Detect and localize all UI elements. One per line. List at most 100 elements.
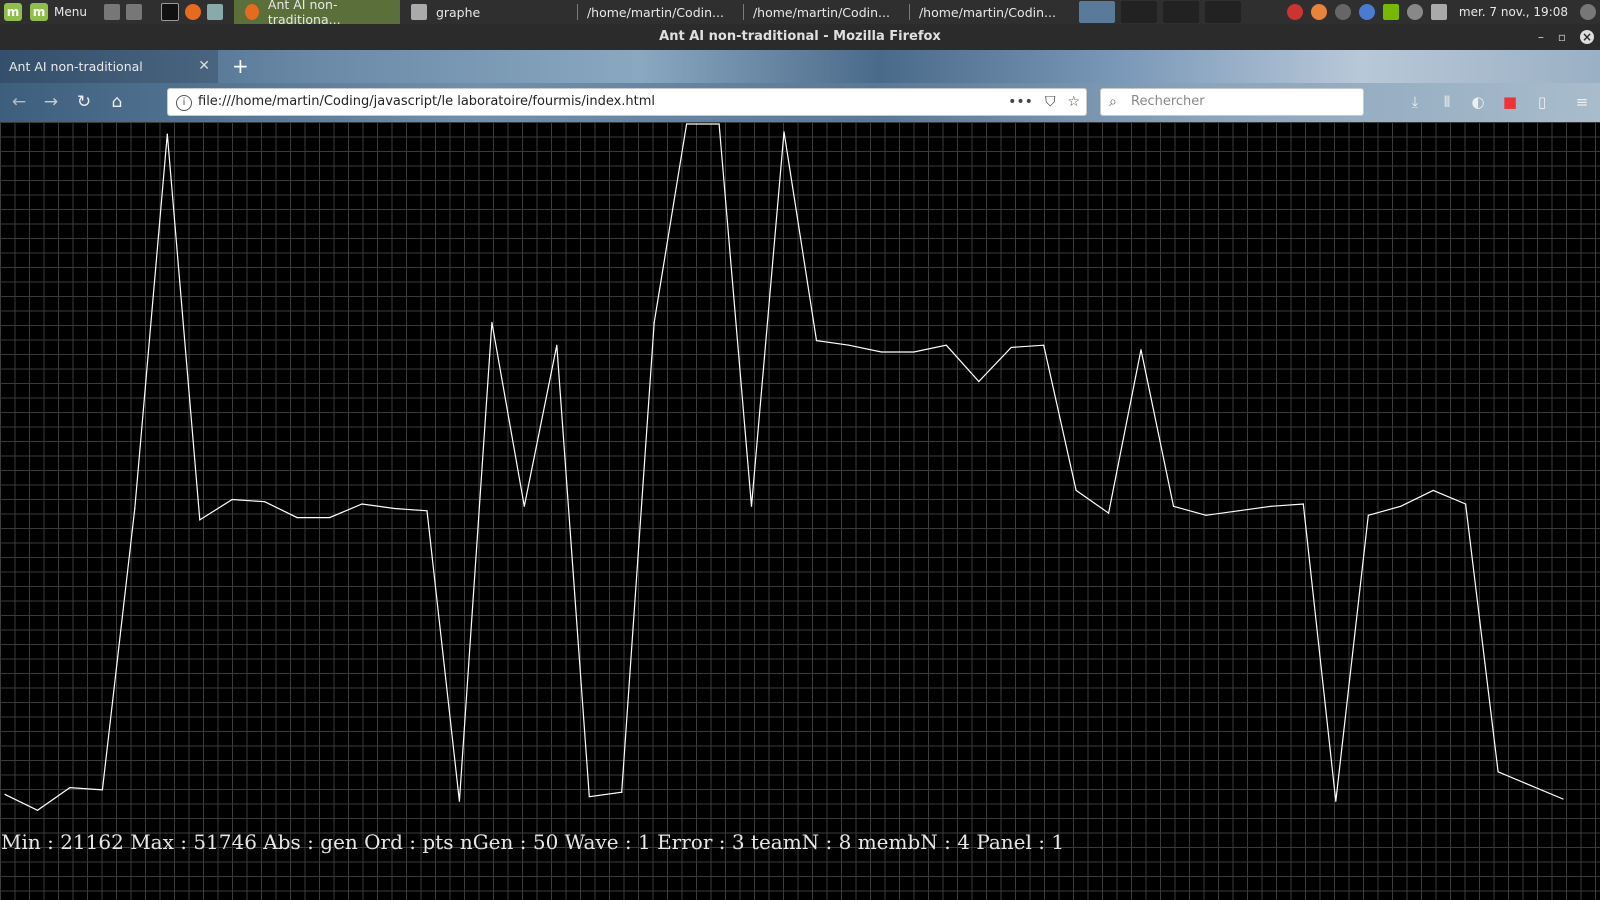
home-button[interactable]: ⌂ (106, 91, 128, 113)
fitness-line-chart (4, 123, 1564, 811)
data-point-14 (426, 510, 428, 512)
data-point-42 (1335, 800, 1337, 802)
clock[interactable]: mer. 7 nov., 19:08 (1459, 5, 1568, 19)
extension-icon[interactable]: ◐ (1467, 91, 1489, 113)
maximize-icon[interactable]: ▫ (1558, 30, 1566, 44)
search-placeholder: Rechercher (1131, 94, 1205, 109)
mint-logo-icon: m (4, 3, 22, 21)
mint-menu-button[interactable]: m m Menu (0, 0, 87, 24)
minimize-icon[interactable]: – (1538, 30, 1544, 44)
data-point-15 (458, 800, 460, 802)
data-point-28 (880, 351, 883, 353)
pocket-icon[interactable]: ⛉ (1045, 89, 1056, 115)
system-tray: mer. 7 nov., 19:08 (1283, 0, 1600, 24)
workspace-3-icon[interactable] (1162, 1, 1199, 23)
data-point-37 (1172, 505, 1175, 507)
data-point-21 (653, 321, 655, 324)
terminal-icon[interactable] (160, 3, 179, 21)
data-point-5 (134, 507, 136, 510)
workspace-2-icon[interactable] (1120, 1, 1157, 23)
workspace-switcher[interactable] (1076, 0, 1244, 24)
battery-icon[interactable] (1430, 4, 1447, 20)
network-icon[interactable] (1334, 4, 1351, 20)
data-point-44 (1400, 505, 1402, 507)
screenshot-icon[interactable] (206, 4, 223, 20)
firefox-icon[interactable] (184, 4, 201, 20)
taskbar-window-editor-2[interactable]: /home/martin/Codin... (732, 0, 898, 24)
data-point-33 (1043, 344, 1045, 346)
data-point-19 (588, 796, 590, 798)
data-point-41 (1302, 503, 1304, 505)
navigation-toolbar: ← → ↻ ⌂ i file:///home/martin/Coding/jav… (0, 83, 1600, 122)
editor-icon (742, 4, 744, 20)
bluetooth-icon[interactable] (1358, 4, 1375, 20)
info-icon[interactable]: i (176, 95, 192, 111)
data-point-22 (686, 123, 688, 125)
downloads-icon[interactable]: ⤓ (1404, 91, 1426, 113)
taskbar-window-label: Ant AI non-traditiona... (267, 0, 341, 27)
adblock-icon[interactable]: ■ (1499, 91, 1521, 113)
reload-button[interactable]: ↻ (73, 91, 95, 113)
data-point-23 (718, 123, 720, 125)
taskbar-window-label: /home/martin/Codin... (586, 4, 724, 20)
window-title: Ant AI non-traditional - Mozilla Firefox (0, 24, 1600, 50)
data-point-38 (1205, 514, 1207, 516)
data-point-4 (101, 789, 103, 791)
taskbar-window-label: /home/martin/Codin... (752, 4, 890, 20)
network-applet-icon[interactable] (103, 4, 120, 20)
shield-icon[interactable] (1286, 4, 1303, 20)
taskbar-window-label: /home/martin/Codin... (918, 4, 1056, 20)
series-line (4, 123, 1564, 811)
taskbar-window-graphe[interactable]: graphe (400, 0, 566, 24)
power-icon[interactable] (1580, 4, 1596, 20)
network-applet-2-icon[interactable] (125, 4, 142, 20)
data-point-39 (1237, 510, 1239, 512)
data-point-32 (1010, 346, 1012, 348)
editor-icon (576, 4, 578, 20)
data-point-20 (621, 791, 623, 793)
data-point-29 (913, 351, 915, 353)
workspace-1-icon[interactable] (1078, 1, 1115, 23)
tab-active[interactable]: Ant AI non-traditional ✕ (0, 50, 218, 83)
volume-icon[interactable] (1406, 4, 1423, 20)
new-tab-button[interactable]: + (232, 50, 249, 83)
data-point-47 (1497, 771, 1499, 773)
data-point-40 (1270, 505, 1272, 507)
forward-button[interactable]: → (40, 91, 62, 113)
nvidia-icon[interactable] (1382, 4, 1399, 20)
data-point-17 (523, 505, 525, 507)
back-button[interactable]: ← (8, 91, 30, 113)
taskbar-window-editor-1[interactable]: /home/martin/Codin... (566, 0, 732, 24)
tab-title: Ant AI non-traditional (9, 59, 143, 74)
search-icon: ⌕ (1109, 94, 1117, 110)
data-point-27 (848, 344, 850, 346)
menu-label: Menu (54, 5, 87, 19)
firefox-icon (244, 4, 259, 20)
page-actions-icon[interactable]: ••• (1008, 89, 1033, 115)
data-point-13 (393, 507, 396, 510)
library-icon[interactable]: ⫴ (1436, 91, 1458, 113)
night-light-icon[interactable] (1310, 4, 1327, 20)
taskbar-window-label: graphe (435, 4, 481, 20)
data-point-26 (815, 340, 818, 342)
url-bar[interactable]: i file:///home/martin/Coding/javascript/… (167, 88, 1087, 116)
close-tab-icon[interactable]: ✕ (198, 50, 210, 83)
system-taskbar: m m Menu Ant AI non-traditiona... graphe… (0, 0, 1600, 27)
window-controls: – ▫ × (1538, 24, 1594, 50)
hamburger-menu-icon[interactable]: ≡ (1571, 91, 1593, 113)
taskbar-window-editor-3[interactable]: /home/martin/Codin... (898, 0, 1064, 24)
data-point-31 (978, 380, 980, 383)
data-point-45 (1432, 489, 1434, 491)
data-point-11 (329, 517, 331, 519)
data-point-12 (361, 503, 363, 505)
workspace-4-icon[interactable] (1204, 1, 1241, 23)
close-window-icon[interactable]: × (1580, 30, 1594, 44)
taskbar-window-firefox[interactable]: Ant AI non-traditiona... (233, 0, 400, 27)
data-point-7 (199, 519, 201, 521)
data-point-34 (1075, 489, 1077, 491)
data-point-1 (4, 793, 6, 796)
bookmark-star-icon[interactable]: ☆ (1067, 89, 1080, 115)
sidebar-icon[interactable]: ▯ (1531, 91, 1553, 113)
data-point-8 (231, 498, 233, 501)
search-input[interactable]: ⌕ Rechercher (1100, 88, 1364, 116)
